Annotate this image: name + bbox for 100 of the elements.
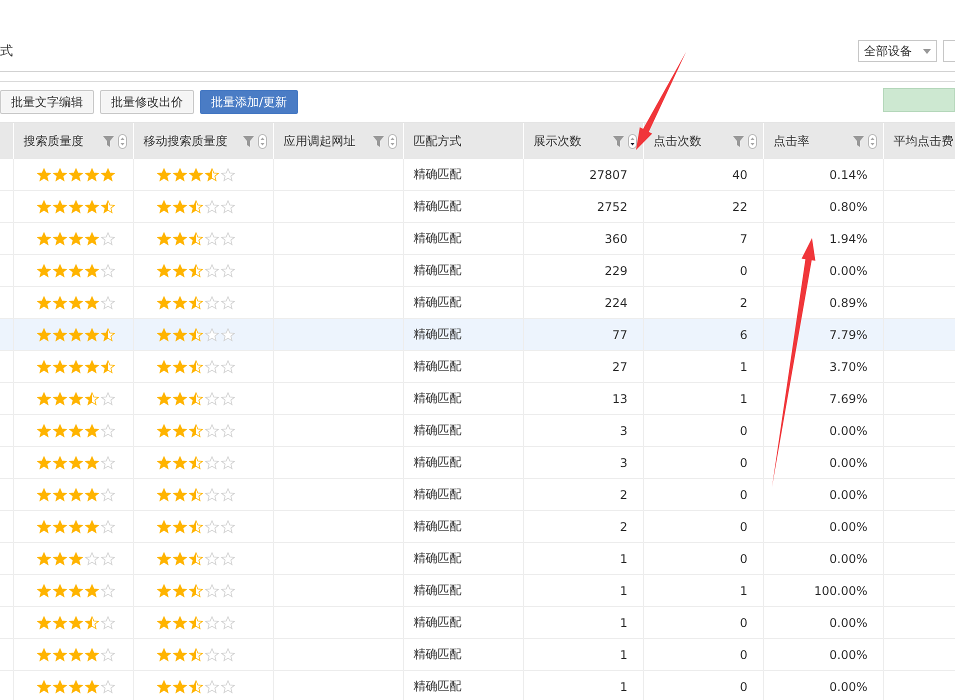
- star-icon: [52, 264, 66, 278]
- star-icon: [156, 264, 170, 278]
- star-icon: [68, 648, 82, 662]
- star-icon: [68, 296, 82, 310]
- star-icon: [204, 392, 218, 406]
- column-header[interactable]: 点击率: [763, 123, 883, 159]
- star-icon: [188, 456, 202, 470]
- star-icon: [100, 488, 114, 502]
- star-icon: [156, 680, 170, 694]
- table-row[interactable]: 精确匹配 13 1 7.69%: [0, 382, 955, 414]
- toolbar-button[interactable]: 批量修改出价: [100, 90, 194, 114]
- star-icon: [36, 168, 50, 182]
- star-icon: [68, 584, 82, 598]
- star-icon: [84, 648, 98, 662]
- table-row[interactable]: 精确匹配 360 7 1.94%: [0, 222, 955, 254]
- star-icon: [156, 232, 170, 246]
- column-header[interactable]: 移动搜索质量度: [133, 123, 273, 159]
- star-icon: [188, 264, 202, 278]
- table-row[interactable]: 精确匹配 27 1 3.70%: [0, 350, 955, 382]
- star-icon: [156, 392, 170, 406]
- star-icon: [156, 424, 170, 438]
- column-header[interactable]: 点击次数: [643, 123, 763, 159]
- column-title: 移动搜索质量度: [144, 132, 228, 150]
- table-row[interactable]: 精确匹配 1 0 0.00%: [0, 670, 955, 700]
- filter-icon[interactable]: [852, 136, 864, 146]
- table-row[interactable]: 精确匹配 224 2 0.89%: [0, 286, 955, 318]
- table-row[interactable]: 精确匹配 1 0 0.00%: [0, 638, 955, 670]
- star-icon: [172, 232, 186, 246]
- star-icon: [36, 264, 50, 278]
- star-icon: [172, 360, 186, 374]
- star-icon: [204, 168, 218, 182]
- table-row[interactable]: 精确匹配 2 0 0.00%: [0, 510, 955, 542]
- table-row[interactable]: 精确匹配 1 1 100.00%: [0, 574, 955, 606]
- column-header[interactable]: 匹配方式: [403, 123, 523, 159]
- table-row[interactable]: 精确匹配 229 0 0.00%: [0, 254, 955, 286]
- star-icon: [100, 456, 114, 470]
- star-icon: [84, 488, 98, 502]
- table-row[interactable]: 精确匹配 1 0 0.00%: [0, 542, 955, 574]
- star-icon: [36, 520, 50, 534]
- filter-icon[interactable]: [102, 136, 114, 146]
- table-row[interactable]: 精确匹配 2 0 0.00%: [0, 478, 955, 510]
- star-icon: [36, 680, 50, 694]
- column-title: 点击次数: [654, 132, 702, 150]
- star-icon: [172, 488, 186, 502]
- star-icon: [68, 360, 82, 374]
- table-row[interactable]: 精确匹配 2752 22 0.80%: [0, 190, 955, 222]
- star-icon: [52, 360, 66, 374]
- star-icon: [52, 328, 66, 342]
- star-icon: [204, 584, 218, 598]
- column-header[interactable]: 应用调起网址: [273, 123, 403, 159]
- star-icon: [172, 456, 186, 470]
- star-icon: [84, 296, 98, 310]
- toolbar-button[interactable]: 批量添加/更新: [200, 90, 298, 114]
- star-icon: [36, 200, 50, 214]
- star-icon: [204, 680, 218, 694]
- star-icon: [84, 552, 98, 566]
- table-row[interactable]: 精确匹配 3 0 0.00%: [0, 446, 955, 478]
- title-fragment: 式: [0, 43, 13, 60]
- star-icon: [188, 232, 202, 246]
- star-icon: [172, 296, 186, 310]
- star-icon: [52, 232, 66, 246]
- star-icon: [36, 360, 50, 374]
- star-icon: [100, 552, 114, 566]
- filter-icon[interactable]: [372, 136, 384, 146]
- star-icon: [204, 488, 218, 502]
- star-icon: [220, 392, 234, 406]
- star-icon: [220, 552, 234, 566]
- star-icon: [52, 584, 66, 598]
- caret-icon: [923, 48, 931, 54]
- table-row[interactable]: 精确匹配 1 0 0.00%: [0, 606, 955, 638]
- toolbar-button[interactable]: 批量文字编辑: [0, 90, 94, 114]
- device-select[interactable]: 全部设备: [858, 40, 937, 62]
- star-icon: [188, 648, 202, 662]
- table-row[interactable]: 精确匹配 3 0 0.00%: [0, 414, 955, 446]
- star-icon: [204, 456, 218, 470]
- column-header[interactable]: 平均点击费: [883, 123, 955, 159]
- star-icon: [220, 328, 234, 342]
- column-title: 展示次数: [534, 132, 582, 150]
- star-icon: [220, 264, 234, 278]
- filter-icon[interactable]: [242, 136, 254, 146]
- column-header[interactable]: 展示次数: [523, 123, 643, 159]
- star-icon: [172, 648, 186, 662]
- star-icon: [84, 616, 98, 630]
- star-icon: [84, 584, 98, 598]
- star-icon: [220, 296, 234, 310]
- star-icon: [156, 488, 170, 502]
- table-row[interactable]: 精确匹配 27807 40 0.14%: [0, 159, 955, 190]
- star-icon: [172, 616, 186, 630]
- star-icon: [172, 328, 186, 342]
- star-icon: [220, 200, 234, 214]
- star-icon: [36, 392, 50, 406]
- filter-icon[interactable]: [612, 136, 624, 146]
- star-icon: [220, 488, 234, 502]
- filter-icon[interactable]: [732, 136, 744, 146]
- column-header[interactable]: 搜索质量度: [13, 123, 133, 159]
- star-icon: [68, 424, 82, 438]
- star-icon: [172, 392, 186, 406]
- table-row[interactable]: 精确匹配 77 6 7.79%: [0, 318, 955, 350]
- select-field[interactable]: [943, 40, 955, 62]
- sort-icon[interactable]: [628, 134, 636, 148]
